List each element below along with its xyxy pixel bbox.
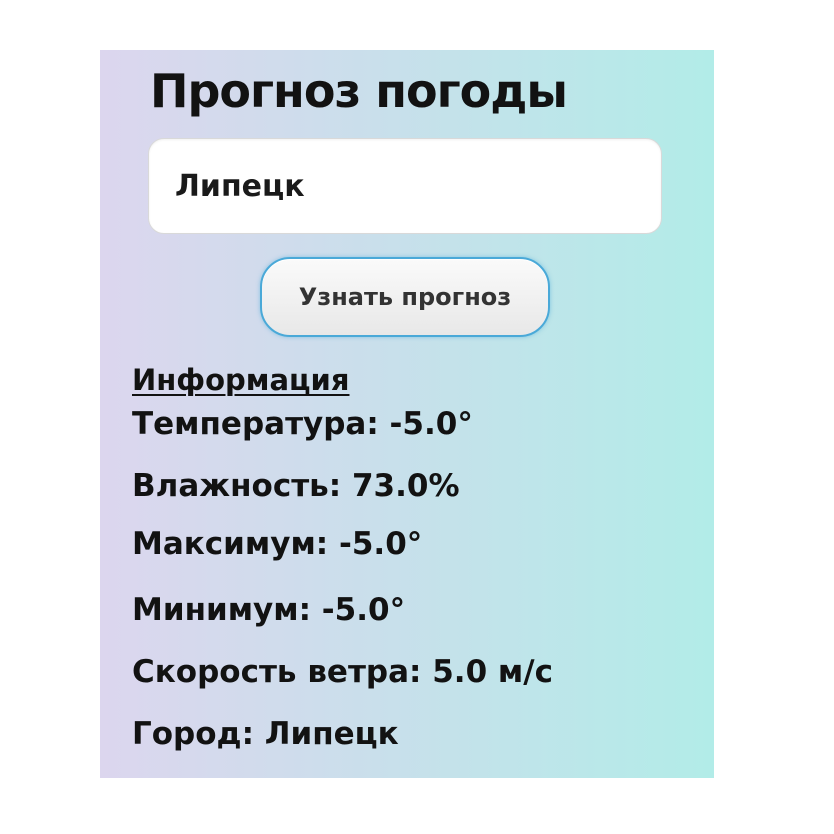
temperature-value: Температура: -5.0° <box>132 406 473 442</box>
wind-speed-value: Скорость ветра: 5.0 м/с <box>132 654 553 690</box>
info-section: Информация Температура: -5.0° Влажность:… <box>132 362 702 752</box>
info-heading: Информация <box>132 363 350 397</box>
page-title: Прогноз погоды <box>150 64 568 118</box>
weather-panel: Прогноз погоды Узнать прогноз Информация… <box>100 50 714 778</box>
get-forecast-button[interactable]: Узнать прогноз <box>260 257 550 337</box>
min-temperature-value: Минимум: -5.0° <box>132 592 406 628</box>
city-value: Город: Липецк <box>132 716 399 752</box>
humidity-value: Влажность: 73.0% <box>132 468 460 504</box>
city-input[interactable] <box>148 138 662 234</box>
max-temperature-value: Максимум: -5.0° <box>132 526 423 562</box>
